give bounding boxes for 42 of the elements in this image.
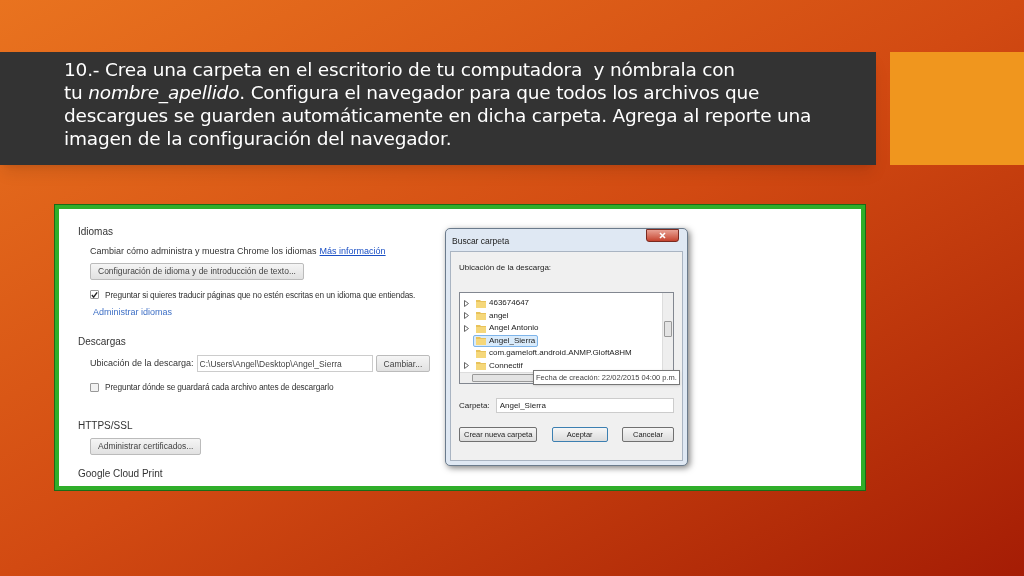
- location-field[interactable]: C:\Users\Angel\Desktop\Angel_Sierra: [196, 355, 373, 373]
- folder-item[interactable]: Connectif: [473, 359, 526, 372]
- scroll-thumb[interactable]: [664, 321, 672, 337]
- section-heading: Idiomas: [78, 225, 113, 239]
- checkbox-label: Preguntar si quieres traducir páginas que no estén escritas en un idioma que entiendas.: [105, 288, 416, 301]
- folder-label: Carpeta:: [459, 399, 490, 412]
- location-label: Ubicación de la descarga:: [90, 357, 194, 371]
- checkbox[interactable]: [90, 383, 99, 393]
- folder-name: Connectif: [489, 359, 523, 372]
- folder-name: 463674647: [489, 297, 530, 310]
- folder-icon: [476, 361, 486, 371]
- dialog-title: Buscar carpeta: [452, 235, 510, 248]
- close-icon: [659, 232, 666, 239]
- language-settings-button[interactable]: Configuración de idioma y de introducción de texto...: [90, 262, 304, 280]
- folder-item[interactable]: 463674647: [473, 297, 533, 310]
- instruction-text: 10.- Crea una carpeta en el escritorio de tu computadora y nómbrala con tu nombre_apellido. Configura el navegador para que todos los archivos que descargues se guarden automáticamente en dicha carpeta. Agrega al reporte una imagen de la configuración del navegador.: [64, 58, 813, 150]
- folder-icon: [476, 311, 486, 321]
- checkbox[interactable]: [90, 290, 99, 300]
- checkbox-label: Preguntar dónde se guardará cada archivo antes de descargarlo: [105, 381, 334, 394]
- folder-icon: [476, 298, 486, 308]
- expand-arrow-icon[interactable]: [464, 362, 469, 370]
- section-heading: Google Cloud Print: [78, 466, 163, 481]
- vertical-scrollbar[interactable]: [662, 293, 673, 373]
- folder-icon: [476, 323, 486, 333]
- section-heading: Descargas: [78, 335, 126, 350]
- folder-item[interactable]: angel: [473, 309, 512, 322]
- folder-name-field[interactable]: Angel_Sierra: [495, 398, 674, 413]
- folder-item[interactable]: Angel_Sierra: [473, 334, 539, 347]
- close-button[interactable]: [646, 229, 679, 242]
- manage-certificates-button[interactable]: Administrar certificados...: [90, 437, 202, 455]
- description-text: Cambiar cómo administra y muestra Chrome los idiomas: [90, 245, 317, 258]
- folder-name: Angel Antonio: [489, 322, 539, 335]
- manage-languages-link[interactable]: Administrar idiomas: [93, 305, 173, 320]
- folder-item[interactable]: Angel Antonio: [473, 322, 542, 335]
- folder-name: angel: [489, 309, 509, 322]
- more-info-link[interactable]: Más información: [319, 245, 386, 259]
- section-heading: HTTPS/SSL: [78, 418, 133, 433]
- location-label: Ubicación de la descarga:: [459, 262, 553, 274]
- change-button[interactable]: Cambiar...: [375, 355, 431, 373]
- folder-name: Angel_Sierra: [489, 334, 536, 347]
- folder-icon: [476, 336, 486, 346]
- folder-icon: [476, 348, 486, 358]
